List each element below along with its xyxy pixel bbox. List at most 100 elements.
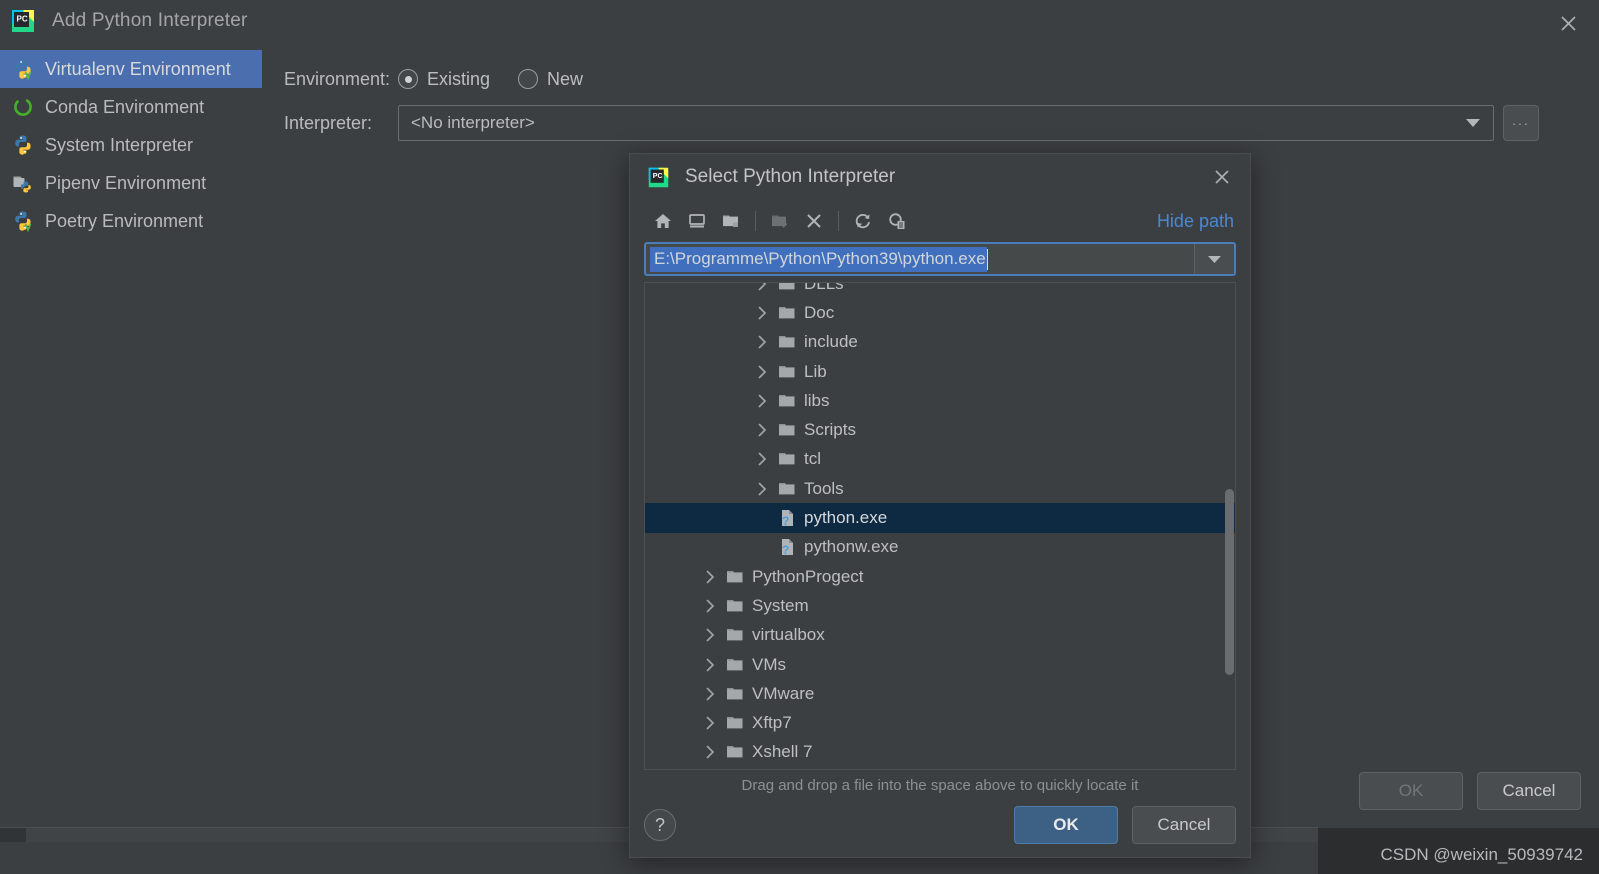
tree-row[interactable]: PythonProgect	[645, 562, 1235, 591]
sidebar-item-poetry-environment[interactable]: Poetry Environment	[0, 202, 262, 240]
chevron-right-icon[interactable]	[703, 716, 717, 730]
folder-icon	[778, 305, 797, 321]
tree-row-label: Tools	[804, 478, 844, 498]
chevron-right-icon[interactable]	[755, 365, 769, 379]
tree-row[interactable]: System	[645, 591, 1235, 620]
tree-row-label: VMware	[752, 683, 815, 703]
desktop-button[interactable]	[680, 206, 714, 236]
sidebar-item-system-interpreter[interactable]: System Interpreter	[0, 126, 262, 164]
tree-row[interactable]: Xshell 7	[645, 738, 1235, 767]
project-folder-button[interactable]	[714, 206, 748, 236]
main-cancel-button[interactable]: Cancel	[1477, 772, 1581, 810]
radio-existing[interactable]: Existing	[398, 69, 490, 90]
chevron-right-icon[interactable]	[755, 335, 769, 349]
environment-row: Environment: Existing New	[284, 60, 1539, 98]
main-ok-button[interactable]: OK	[1359, 772, 1463, 810]
tree-row[interactable]: virtualbox	[645, 621, 1235, 650]
interpreter-select[interactable]: <No interpreter>	[398, 105, 1494, 141]
chevron-right-icon[interactable]	[755, 482, 769, 496]
refresh-icon	[855, 214, 870, 229]
sidebar-item-conda-environment[interactable]: Conda Environment	[0, 88, 262, 126]
tree-row[interactable]: ? pythonw.exe	[645, 533, 1235, 562]
sidebar-item-label: System Interpreter	[45, 134, 194, 155]
folder-icon	[726, 627, 745, 643]
chevron-down-icon[interactable]	[1453, 118, 1493, 128]
tree-row[interactable]: Xftp7	[645, 708, 1235, 737]
delete-button[interactable]	[797, 206, 831, 236]
tree-row[interactable]: include	[645, 328, 1235, 357]
tree-row[interactable]: Lib	[645, 357, 1235, 386]
chevron-right-icon[interactable]	[703, 570, 717, 584]
folder-icon	[726, 686, 745, 702]
tree-row[interactable]: tcl	[645, 445, 1235, 474]
file-tree[interactable]: DLLs Doc include Lib libs Scripts tcl Tools? pyt…	[644, 282, 1236, 770]
tree-scrollbar-thumb[interactable]	[1225, 489, 1234, 675]
chevron-right-icon[interactable]	[755, 394, 769, 408]
chevron-right-icon[interactable]	[755, 423, 769, 437]
page-title: Add Python Interpreter	[52, 10, 248, 31]
folder-icon	[778, 283, 797, 292]
tree-row[interactable]: VMware	[645, 679, 1235, 708]
tree-row[interactable]: Doc	[645, 298, 1235, 327]
home-button[interactable]	[646, 206, 680, 236]
pycharm-logo-icon: PC	[647, 166, 670, 189]
hide-path-link[interactable]: Hide path	[1157, 211, 1234, 232]
close-icon	[1215, 170, 1229, 184]
watermark-text: CSDN @weixin_50939742	[1380, 845, 1583, 864]
radio-new-label: New	[547, 68, 584, 89]
sidebar-item-label: Pipenv Environment	[45, 172, 207, 193]
tree-row-label: python.exe	[804, 508, 888, 528]
radio-existing-label: Existing	[427, 68, 491, 89]
tree-row-label: PythonProgect	[752, 566, 864, 586]
tree-row[interactable]: Scripts	[645, 415, 1235, 444]
browse-interpreter-button[interactable]: ...	[1503, 105, 1539, 141]
pipenv-icon	[12, 172, 34, 194]
window-close-button[interactable]	[1551, 8, 1585, 38]
chevron-down-icon	[1208, 255, 1221, 263]
path-history-dropdown[interactable]	[1194, 244, 1234, 274]
dialog-ok-button[interactable]: OK	[1014, 806, 1118, 844]
dialog-close-button[interactable]	[1207, 163, 1237, 191]
tree-row-label: Scripts	[804, 420, 856, 440]
chevron-right-icon[interactable]	[755, 452, 769, 466]
help-button[interactable]: ?	[644, 809, 676, 841]
environment-form: Environment: Existing New Interpreter: <…	[284, 60, 1539, 142]
folder-icon	[778, 481, 797, 497]
tree-row[interactable]: VMs	[645, 650, 1235, 679]
folder-icon	[778, 422, 797, 438]
chevron-right-icon[interactable]	[703, 599, 717, 613]
tree-row[interactable]: ? python.exe	[645, 503, 1235, 533]
toolbar-separator	[755, 211, 756, 231]
tree-row[interactable]: libs	[645, 386, 1235, 415]
folder-icon	[726, 657, 745, 673]
chevron-right-icon[interactable]	[703, 745, 717, 759]
show-hidden-button[interactable]	[880, 206, 914, 236]
refresh-button[interactable]	[846, 206, 880, 236]
chevron-right-icon[interactable]	[703, 687, 717, 701]
chevron-right-icon[interactable]	[755, 283, 769, 291]
python-venv-icon	[12, 58, 34, 80]
dialog-cancel-button[interactable]: Cancel	[1132, 806, 1236, 844]
path-input[interactable]: E:\Programme\Python\Python39\python.exe	[644, 242, 1236, 276]
tree-row[interactable]: DLLs	[645, 283, 1235, 298]
tree-row-label: VMs	[752, 654, 786, 674]
dialog-titlebar: PC Select Python Interpreter	[630, 154, 1250, 200]
svg-text:PC: PC	[653, 172, 663, 179]
home-icon	[655, 214, 671, 228]
sidebar-item-virtualenv-environment[interactable]: Virtualenv Environment	[0, 50, 262, 88]
main-titlebar: PC Add Python Interpreter	[0, 0, 1599, 42]
new-folder-button[interactable]	[763, 206, 797, 236]
sidebar-item-label: Poetry Environment	[45, 210, 204, 231]
radio-new[interactable]: New	[518, 69, 583, 90]
tree-row[interactable]: Tools	[645, 474, 1235, 503]
chevron-right-icon[interactable]	[703, 658, 717, 672]
chevron-right-icon[interactable]	[755, 306, 769, 320]
unknown-file-icon: ?	[778, 538, 797, 556]
folder-icon	[726, 744, 745, 760]
drag-drop-hint: Drag and drop a file into the space abov…	[741, 777, 1139, 794]
folder-icon	[778, 451, 797, 467]
sidebar-item-label: Conda Environment	[45, 96, 205, 117]
chevron-right-icon[interactable]	[703, 628, 717, 642]
sidebar-item-pipenv-environment[interactable]: Pipenv Environment	[0, 164, 262, 202]
close-icon	[1560, 15, 1576, 31]
